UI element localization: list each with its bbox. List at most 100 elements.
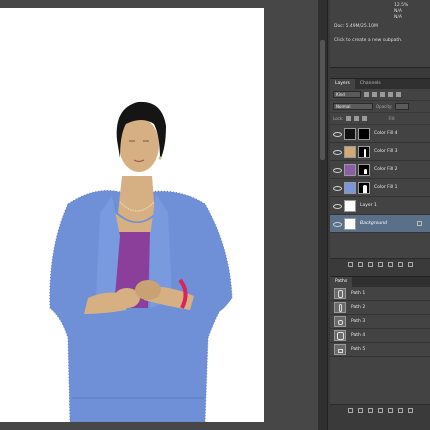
- new-path-icon[interactable]: [397, 408, 403, 413]
- path-thumbnail: [334, 330, 346, 341]
- info-value-1: 12.5%: [394, 3, 409, 8]
- link-layers-icon[interactable]: [347, 262, 353, 267]
- adjustment-layer-icon[interactable]: [377, 262, 383, 267]
- layer-name: Color Fill 4: [374, 131, 398, 136]
- type-filter-icon[interactable]: [380, 92, 385, 97]
- path-name: Path 5: [351, 347, 366, 352]
- trash-icon[interactable]: [407, 408, 413, 413]
- path-item[interactable]: Path 4: [330, 329, 430, 343]
- paths-footer: [330, 404, 430, 416]
- path-name: Path 4: [351, 333, 366, 338]
- load-selection-icon[interactable]: [367, 408, 373, 413]
- layer-row[interactable]: Layer 1: [330, 197, 430, 215]
- lock-all-icon[interactable]: [362, 116, 368, 121]
- right-hand: [135, 280, 161, 300]
- layer-mask-thumbnail[interactable]: [358, 127, 370, 140]
- trash-icon[interactable]: [407, 262, 413, 267]
- layers-footer: [330, 258, 430, 270]
- shape-filter-icon[interactable]: [388, 92, 393, 97]
- layer-row[interactable]: Color Fill 4: [330, 125, 430, 143]
- filter-row: Kind: [330, 89, 430, 101]
- info-value-3: N/A: [394, 15, 402, 20]
- lock-position-icon[interactable]: [354, 116, 360, 121]
- photoshop-window: Doc: 5.49M/25.10M Click to create a new …: [0, 0, 430, 430]
- opacity-label: Opacity:: [376, 104, 393, 109]
- layer-row[interactable]: Color Fill 1: [330, 179, 430, 197]
- path-item[interactable]: Path 5: [330, 343, 430, 357]
- layer-row[interactable]: Color Fill 3: [330, 143, 430, 161]
- layer-swatch: [344, 181, 356, 194]
- lock-pixels-icon[interactable]: [346, 116, 352, 121]
- lock-row: Lock: Fill:: [330, 113, 430, 125]
- scroll-thumb[interactable]: [320, 40, 325, 160]
- layer-row-selected[interactable]: Background: [330, 215, 430, 233]
- face: [119, 118, 159, 172]
- visibility-eye-icon[interactable]: [333, 220, 342, 227]
- visibility-eye-icon[interactable]: [333, 202, 342, 209]
- layer-thumbnail: [344, 199, 356, 212]
- layer-name: Color Fill 3: [374, 149, 398, 154]
- earring: [158, 156, 162, 160]
- make-path-icon[interactable]: [377, 408, 383, 413]
- vertical-scrollbar[interactable]: [318, 0, 327, 430]
- info-panel: Doc: 5.49M/25.10M Click to create a new …: [330, 0, 430, 68]
- lock-label: Lock:: [333, 116, 344, 121]
- pixel-filter-icon[interactable]: [364, 92, 369, 97]
- layer-swatch: [344, 145, 356, 158]
- tab-layers[interactable]: Layers: [330, 79, 355, 89]
- visibility-eye-icon[interactable]: [333, 184, 342, 191]
- doc-size: Doc: 5.49M/25.10M: [334, 24, 378, 29]
- path-name: Path 3: [351, 319, 366, 324]
- visibility-eye-icon[interactable]: [333, 148, 342, 155]
- layer-mask-thumbnail[interactable]: [358, 145, 370, 158]
- path-thumbnail: [334, 288, 346, 299]
- stroke-path-icon[interactable]: [357, 408, 363, 413]
- visibility-eye-icon[interactable]: [333, 166, 342, 173]
- illustration: [49, 101, 233, 422]
- layer-style-icon[interactable]: [357, 262, 363, 267]
- path-item[interactable]: Path 1: [330, 287, 430, 301]
- paths-tabbar: Paths: [330, 277, 430, 287]
- layer-thumbnail: [344, 217, 356, 230]
- info-value-2: N/A: [394, 9, 402, 14]
- layer-swatch: [344, 127, 356, 140]
- smart-filter-icon[interactable]: [396, 92, 401, 97]
- layer-swatch: [344, 163, 356, 176]
- status-hint: Click to create a new subpath.: [334, 38, 403, 43]
- layer-name: Color Fill 1: [374, 185, 398, 190]
- path-item[interactable]: Path 3: [330, 315, 430, 329]
- layer-name: Background: [360, 221, 387, 226]
- add-mask-icon[interactable]: [387, 408, 393, 413]
- lock-icon: [417, 221, 422, 226]
- fill-path-icon[interactable]: [347, 408, 353, 413]
- path-name: Path 1: [351, 291, 366, 296]
- layer-name: Color Fill 2: [374, 167, 398, 172]
- add-mask-icon[interactable]: [367, 262, 373, 267]
- path-thumbnail: [334, 344, 346, 355]
- path-thumbnail: [334, 316, 346, 327]
- layers-tabbar: Layers Channels: [330, 79, 430, 89]
- blend-row: Normal Opacity:: [330, 101, 430, 113]
- new-group-icon[interactable]: [387, 262, 393, 267]
- document-canvas[interactable]: [0, 8, 264, 422]
- layers-panel: Layers Channels Kind Normal Opacity: Loc…: [330, 78, 430, 270]
- paths-panel: Paths Path 1 Path 2 Path 3 Path 4 Path 5: [330, 276, 430, 416]
- adjustment-filter-icon[interactable]: [372, 92, 377, 97]
- kind-filter-select[interactable]: Kind: [333, 91, 361, 98]
- visibility-eye-icon[interactable]: [333, 130, 342, 137]
- layer-mask-thumbnail[interactable]: [358, 163, 370, 176]
- document-workspace: [0, 0, 327, 430]
- path-name: Path 2: [351, 305, 366, 310]
- new-layer-icon[interactable]: [397, 262, 403, 267]
- tab-channels[interactable]: Channels: [355, 79, 386, 89]
- layer-mask-thumbnail[interactable]: [358, 181, 370, 194]
- blend-mode-select[interactable]: Normal: [333, 103, 373, 110]
- neck: [118, 176, 155, 222]
- layer-name: Layer 1: [360, 203, 377, 208]
- path-item[interactable]: Path 2: [330, 301, 430, 315]
- layer-row[interactable]: Color Fill 2: [330, 161, 430, 179]
- fill-label: Fill:: [388, 116, 396, 121]
- opacity-field[interactable]: [395, 103, 410, 110]
- tab-paths[interactable]: Paths: [330, 277, 353, 287]
- path-thumbnail: [334, 302, 346, 313]
